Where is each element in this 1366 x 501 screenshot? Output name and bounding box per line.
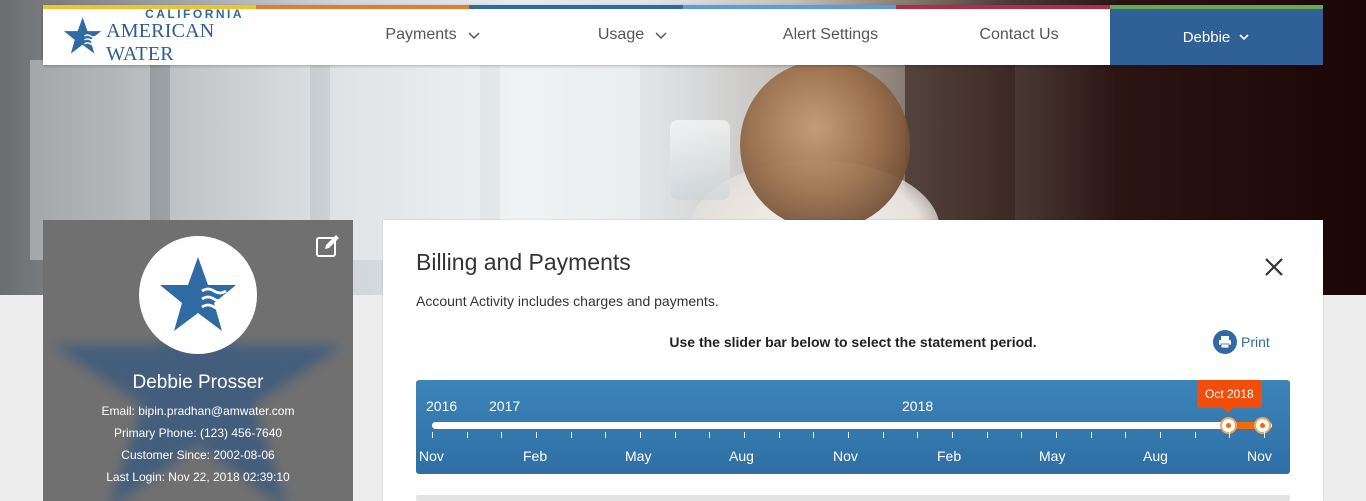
nav-usage[interactable]: Usage	[568, 5, 698, 65]
slider-tick	[779, 432, 780, 438]
nav-payments-label: Payments	[385, 26, 457, 43]
slider-tick	[883, 432, 884, 438]
print-button[interactable]: Print	[1213, 330, 1270, 354]
logo-top-text: CALIFORNIA	[145, 6, 245, 21]
panel-subtitle: Account Activity includes charges and pa…	[416, 293, 719, 309]
chevron-down-icon	[468, 32, 480, 40]
slider-tick	[1091, 432, 1092, 438]
profile-last-login: Last Login: Nov 22, 2018 02:39:10	[106, 470, 290, 484]
star-logo-icon	[160, 257, 236, 331]
profile-card: Debbie Prosser Email: bipin.pradhan@amwa…	[43, 220, 353, 501]
profile-customer-since: Customer Since: 2002-08-06	[121, 448, 275, 462]
print-label: Print	[1241, 334, 1270, 350]
slider-tick	[952, 432, 953, 438]
panel-title: Billing and Payments	[416, 249, 631, 275]
slider-tick	[848, 432, 849, 438]
slider-tick	[501, 432, 502, 438]
slider-tick	[1264, 432, 1265, 438]
year-label: 2017	[489, 398, 521, 414]
profile-name: Debbie Prosser	[132, 372, 264, 393]
month-label: May	[1039, 448, 1066, 464]
nav-alert-settings[interactable]: Alert Settings	[763, 5, 898, 65]
edit-icon[interactable]	[315, 233, 341, 259]
year-label: 2016	[426, 398, 458, 414]
slider-tick	[709, 432, 710, 438]
nav-usage-label: Usage	[597, 26, 645, 43]
logo-bottom-text: AMERICAN WATER	[106, 19, 215, 65]
slider-tick	[675, 432, 676, 438]
month-label: Feb	[937, 448, 962, 464]
brand-logo[interactable]: CALIFORNIA AMERICAN WATER	[63, 7, 283, 65]
water-glass	[670, 120, 730, 200]
billing-panel: Billing and Payments Account Activity in…	[383, 220, 1323, 501]
user-menu-label: Debbie	[1182, 28, 1231, 46]
month-label: Nov	[1247, 448, 1272, 464]
slider-tooltip: Oct 2018	[1197, 380, 1262, 413]
year-label: 2018	[902, 398, 934, 414]
month-label: Aug	[729, 448, 754, 464]
slider-tick	[917, 432, 918, 438]
month-label: Feb	[523, 448, 548, 464]
slider-tick	[1195, 432, 1196, 438]
month-label: May	[625, 448, 652, 464]
statement-period-slider[interactable]: 2016 2017 2018 Oct 2018 Nov Feb May Aug …	[416, 380, 1290, 474]
close-icon[interactable]	[1263, 256, 1285, 278]
chevron-down-icon	[655, 32, 667, 40]
top-nav: CALIFORNIA AMERICAN WATER Payments Usage…	[43, 5, 1323, 65]
slider-tick	[813, 432, 814, 438]
slider-tick	[1229, 432, 1230, 438]
slider-tick	[536, 432, 537, 438]
month-label: Aug	[1143, 448, 1168, 464]
slider-instruction: Use the slider bar below to select the s…	[669, 334, 1037, 350]
month-label: Nov	[833, 448, 858, 464]
month-label: Nov	[419, 448, 444, 464]
slider-end-handle[interactable]	[1254, 417, 1271, 434]
profile-email: Email: bipin.pradhan@amwater.com	[101, 404, 295, 418]
profile-phone: Primary Phone: (123) 456-7640	[113, 426, 283, 440]
activity-table-header	[416, 495, 1290, 501]
nav-contact-us[interactable]: Contact Us	[958, 5, 1080, 65]
user-menu[interactable]: Debbie	[1110, 9, 1323, 65]
slider-tick	[1056, 432, 1057, 438]
slider-tick	[1160, 432, 1161, 438]
slider-tick	[1021, 432, 1022, 438]
chevron-down-icon	[1239, 34, 1249, 41]
slider-tick	[744, 432, 745, 438]
slider-tick	[987, 432, 988, 438]
nav-payments[interactable]: Payments	[363, 5, 503, 65]
nav-contact-us-label: Contact Us	[979, 26, 1059, 43]
nav-alert-settings-label: Alert Settings	[782, 26, 879, 43]
slider-tick	[432, 432, 433, 438]
printer-icon	[1213, 330, 1237, 354]
slider-tick	[605, 432, 606, 438]
slider-track[interactable]	[432, 422, 1272, 429]
star-logo-icon	[63, 17, 102, 54]
slider-tick	[1125, 432, 1126, 438]
avatar	[139, 236, 257, 354]
slider-tick	[467, 432, 468, 438]
child-head	[740, 60, 910, 230]
slider-tick	[571, 432, 572, 438]
slider-tick	[640, 432, 641, 438]
